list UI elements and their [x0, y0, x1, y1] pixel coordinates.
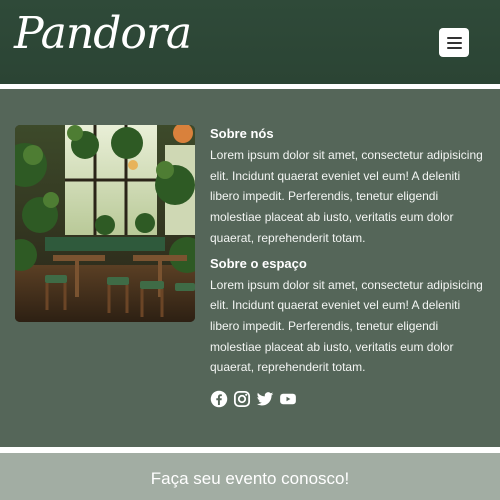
facebook-icon[interactable] — [210, 390, 228, 408]
about-title: Sobre nós — [210, 126, 274, 141]
space-text: Lorem ipsum dolor sit amet, consectetur … — [210, 277, 483, 375]
text-column: Sobre nós Lorem ipsum dolor sit amet, co… — [210, 123, 490, 408]
site-header: Pandora — [0, 0, 500, 84]
space-title: Sobre o espaço — [210, 255, 307, 271]
twitter-icon[interactable] — [256, 390, 274, 408]
logo[interactable]: Pandora — [14, 6, 192, 62]
content-section: Sobre nós Lorem ipsum dolor sit amet, co… — [0, 89, 500, 447]
event-cta-text[interactable]: Faça seu evento conosco! — [0, 469, 500, 489]
youtube-icon[interactable] — [279, 390, 297, 408]
instagram-icon[interactable] — [233, 390, 251, 408]
event-cta-section: Faça seu evento conosco! — [0, 453, 500, 500]
menu-bar — [446, 36, 462, 39]
social-links — [210, 390, 490, 408]
cafe-interior-photo — [15, 125, 195, 322]
about-text: Lorem ipsum dolor sit amet, consectetur … — [210, 148, 483, 245]
menu-bar — [446, 41, 462, 44]
menu-bar — [446, 46, 462, 49]
hamburger-menu-icon[interactable] — [439, 28, 469, 57]
